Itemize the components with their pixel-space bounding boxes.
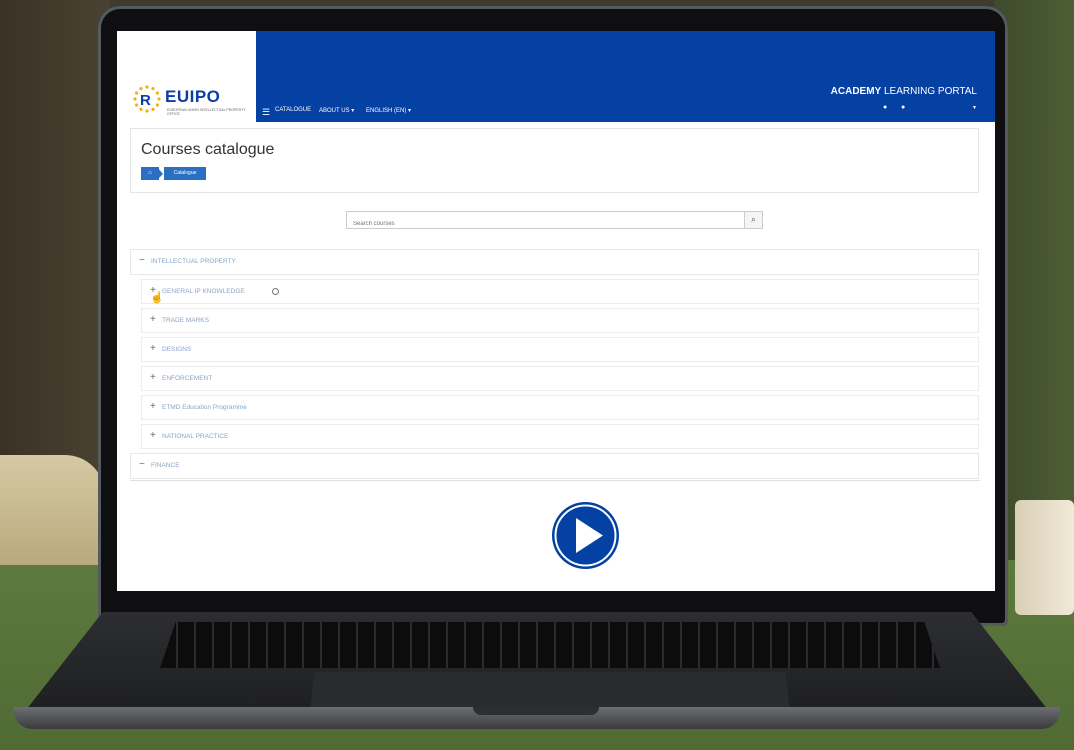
search-icon: ⌕ [751,215,756,224]
nav-catalogue[interactable]: CATALOGUE [275,107,311,113]
decorative-cup [1015,500,1074,615]
subcategory-label[interactable]: TRADE MARKS [162,317,209,324]
laptop-notch [473,707,599,715]
nav-language[interactable]: ENGLISH (EN) ▾ [366,107,411,114]
page-header: Courses catalogue ⌂ Catalogue [130,128,979,193]
breadcrumb-separator [157,167,163,180]
category-label[interactable]: FINANCE [151,462,180,469]
expand-icon[interactable]: + [150,344,156,354]
collapse-icon[interactable]: − [139,256,145,266]
category-label[interactable]: INTELLECTUAL PROPERTY [151,258,236,265]
laptop-keyboard [160,622,940,668]
subcategory-trade-marks[interactable]: + TRADE MARKS [141,308,979,333]
decorative-plate [0,455,105,565]
play-icon [554,504,617,567]
hamburger-menu-icon[interactable]: ☰ [262,107,270,118]
euipo-logo-icon: R [133,85,161,113]
portal-title-rest: LEARNING PORTAL [884,86,977,97]
svg-text:R: R [140,92,151,109]
loading-spinner-icon [272,288,279,295]
chat-icon[interactable]: ● [901,104,905,111]
nav-about-us[interactable]: ABOUT US ▾ [319,107,354,114]
subcategory-label[interactable]: DESIGNS [162,346,191,353]
background-wall [0,0,110,470]
expand-icon[interactable]: + [150,373,156,383]
laptop-trackpad [310,672,790,710]
expand-icon[interactable]: + [150,315,156,325]
content-divider [130,480,980,481]
subcategory-enforcement[interactable]: + ENFORCEMENT [141,366,979,391]
search-box [346,211,745,232]
subcategory-label[interactable]: NATIONAL PRACTICE [162,433,228,440]
subcategory-designs[interactable]: + DESIGNS [141,337,979,362]
logo-text: EUIPO [165,87,221,106]
search-input[interactable] [347,216,737,232]
subcategory-national-practice[interactable]: + NATIONAL PRACTICE [141,424,979,449]
expand-icon[interactable]: + [150,402,156,412]
video-play-button[interactable] [552,502,619,569]
expand-icon[interactable]: + [150,431,156,441]
subcategory-etmd-education-programme[interactable]: + ETMD Education Programme [141,395,979,420]
user-menu-chevron-down-icon[interactable]: ▼ [972,105,977,111]
search-button[interactable]: ⌕ [744,211,763,229]
subcategory-label[interactable]: GENERAL IP KNOWLEDGE [162,288,245,295]
subcategory-label[interactable]: ETMD Education Programme [162,404,247,411]
subcategory-general-ip-knowledge[interactable]: + GENERAL IP KNOWLEDGE [141,279,979,304]
laptop-screen: R EUIPO EUROPEAN UNION INTELLECTUAL PROP… [117,31,995,591]
logo-subtitle: EUROPEAN UNION INTELLECTUAL PROPERTY OFF… [167,108,246,116]
logo-area[interactable]: R EUIPO EUROPEAN UNION INTELLECTUAL PROP… [117,31,256,122]
bell-icon[interactable]: ● [883,104,887,111]
category-intellectual-property[interactable]: − INTELLECTUAL PROPERTY [130,249,979,275]
portal-title-bold: ACADEMY [830,86,882,97]
subcategory-label[interactable]: ENFORCEMENT [162,375,212,382]
hand-cursor-icon: ☝ [150,292,164,304]
portal-title: ACADEMY LEARNING PORTAL [831,86,977,97]
collapse-icon[interactable]: − [139,460,145,470]
breadcrumb-catalogue[interactable]: Catalogue [164,167,206,180]
category-finance[interactable]: − FINANCE [130,453,979,479]
page-title: Courses catalogue [141,141,275,158]
